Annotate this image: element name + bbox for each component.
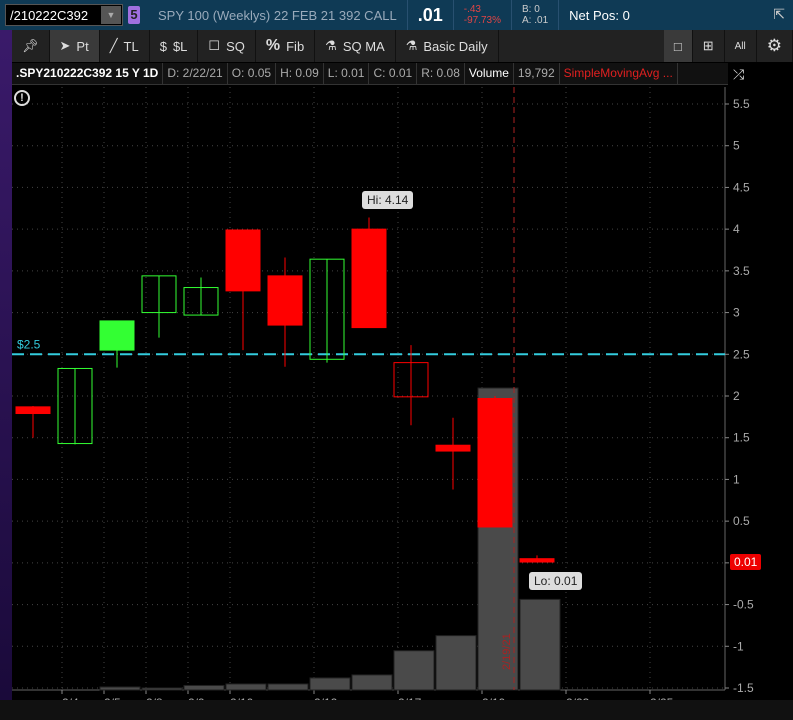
volume-bar: [393, 650, 435, 691]
y-tick-label: 4: [733, 222, 740, 236]
candle: [225, 229, 261, 292]
volume-bar: [267, 683, 309, 691]
candle: [99, 320, 135, 351]
volume-bar: [225, 683, 267, 691]
candle: [435, 444, 471, 452]
bottom-bar: [0, 700, 793, 720]
date-marker-label: 2/19/21: [501, 633, 513, 670]
volume-bar: [99, 686, 141, 691]
alert-icon[interactable]: !: [14, 90, 30, 106]
y-tick-label: 4.5: [733, 180, 750, 194]
low-label: Lo: 0.01: [529, 572, 583, 590]
volume-bar: [183, 684, 225, 691]
volume-bar: [519, 598, 561, 691]
y-tick-label: 3: [733, 306, 740, 320]
y-tick-label: -1.5: [733, 681, 754, 695]
y-tick-label: -0.5: [733, 598, 754, 612]
y-tick-label: 2: [733, 389, 740, 403]
candle: [351, 228, 387, 329]
y-tick-label: 1.5: [733, 431, 750, 445]
volume-bar: [351, 674, 393, 691]
y-tick-label: 3.5: [733, 264, 750, 278]
volume-bar: [435, 635, 477, 691]
candle: [477, 398, 513, 528]
y-tick-label: -1: [733, 639, 744, 653]
candle: [267, 275, 303, 326]
price-level-label: $2.5: [17, 337, 41, 351]
high-label: Hi: 4.14: [362, 191, 414, 210]
current-price-tag: 0.01: [730, 554, 762, 570]
volume-bar: [309, 677, 351, 691]
y-tick-label: 2.5: [733, 347, 750, 361]
y-tick-label: 5: [733, 139, 740, 153]
candle: [15, 406, 51, 415]
candle: [519, 558, 555, 563]
price-chart[interactable]: 5.554.543.532.521.510.50-0.5-1-1.52/42/5…: [0, 0, 793, 700]
volume-bar: [141, 687, 183, 691]
y-tick-label: 0.5: [733, 514, 750, 528]
y-tick-label: 1: [733, 472, 740, 486]
y-tick-label: 5.5: [733, 97, 750, 111]
